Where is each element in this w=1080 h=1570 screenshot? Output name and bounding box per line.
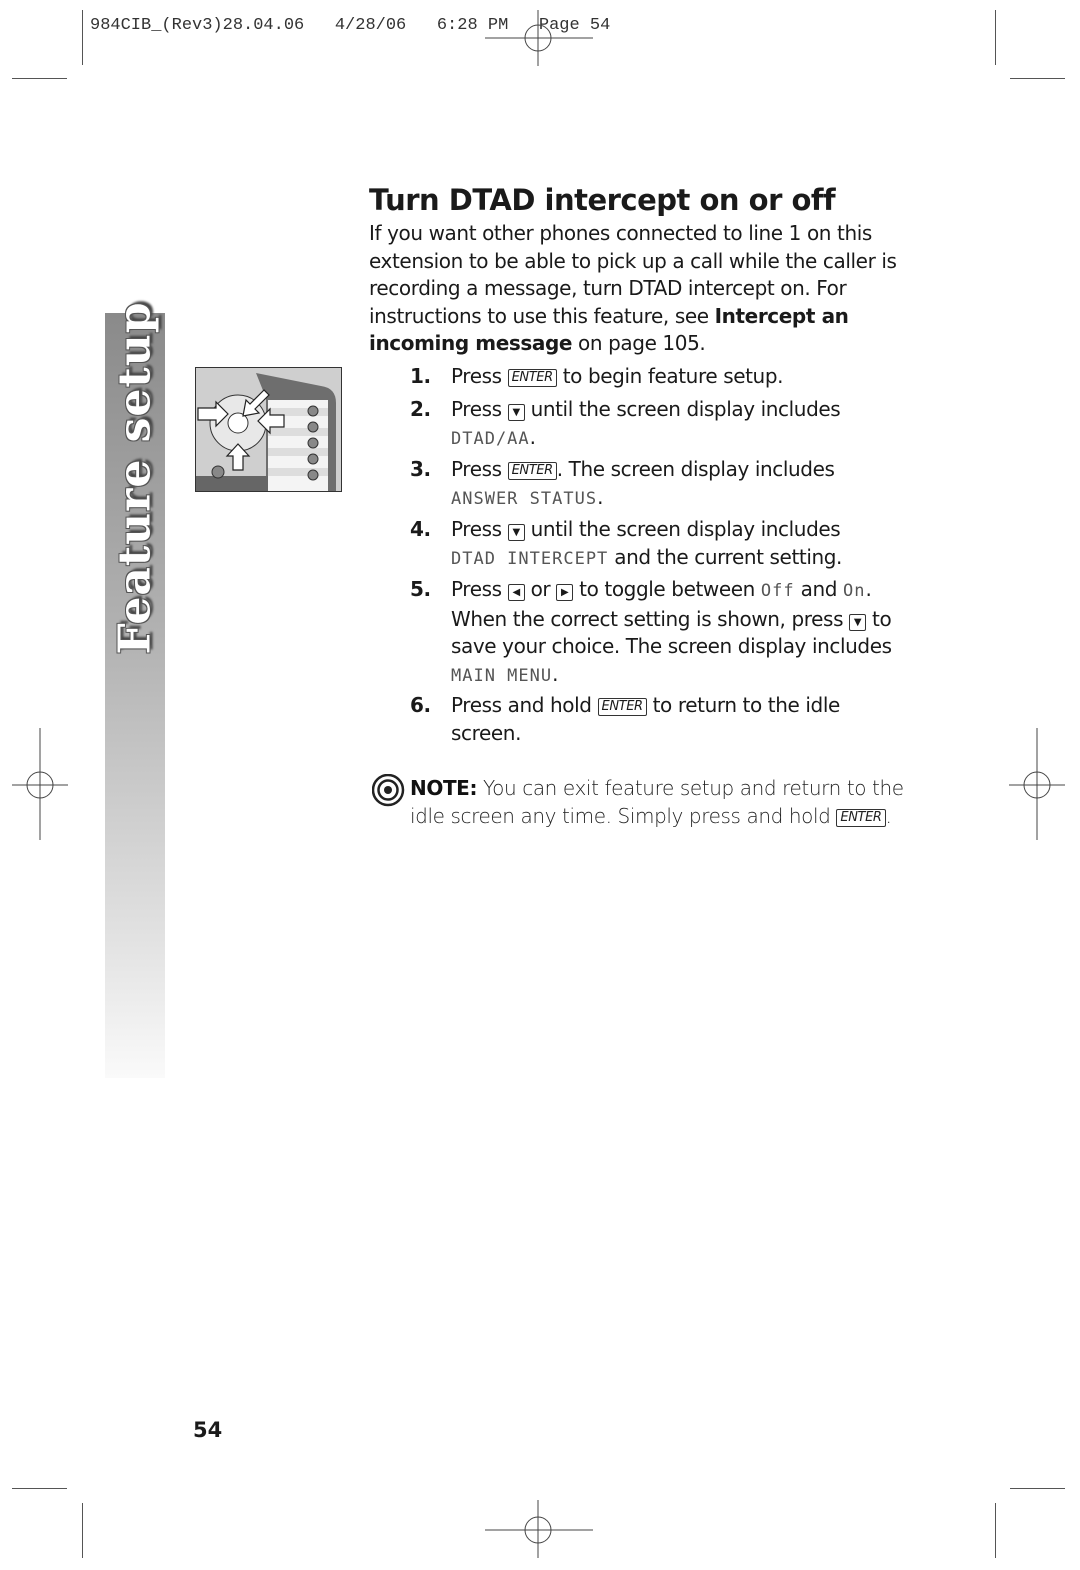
- right-key-icon: ▶: [556, 584, 574, 601]
- crop-mark: [82, 1503, 83, 1558]
- crop-mark: [995, 1503, 996, 1558]
- crop-mark: [995, 10, 996, 65]
- crop-mark: [1010, 1488, 1065, 1489]
- down-key-icon: ▼: [507, 524, 525, 541]
- enter-key-icon: ENTER: [507, 462, 557, 480]
- registration-mark: [485, 10, 593, 66]
- down-key-icon: ▼: [849, 613, 867, 631]
- section-tab-label: Feature setup: [109, 301, 161, 655]
- crop-mark: [12, 1488, 67, 1489]
- page-number: 54: [193, 1418, 223, 1442]
- enter-key-icon: ENTER: [597, 698, 647, 716]
- enter-key-icon: ENTER: [507, 369, 557, 387]
- down-key-icon: ▼: [507, 404, 525, 421]
- registration-mark: [1009, 728, 1065, 840]
- phone-keypad-illustration: [195, 367, 342, 492]
- left-key-icon: ◀: [507, 584, 525, 601]
- target-note-icon: [372, 774, 405, 807]
- intro-paragraph: If you want other phones connected to li…: [369, 221, 897, 356]
- crop-mark: [1010, 78, 1065, 79]
- page-title: Turn DTAD intercept on or off: [369, 183, 836, 217]
- registration-mark: [12, 728, 68, 840]
- crop-mark: [12, 78, 67, 79]
- registration-mark: [485, 1500, 593, 1558]
- crop-mark: [82, 10, 83, 65]
- enter-key-icon: ENTER: [836, 809, 886, 827]
